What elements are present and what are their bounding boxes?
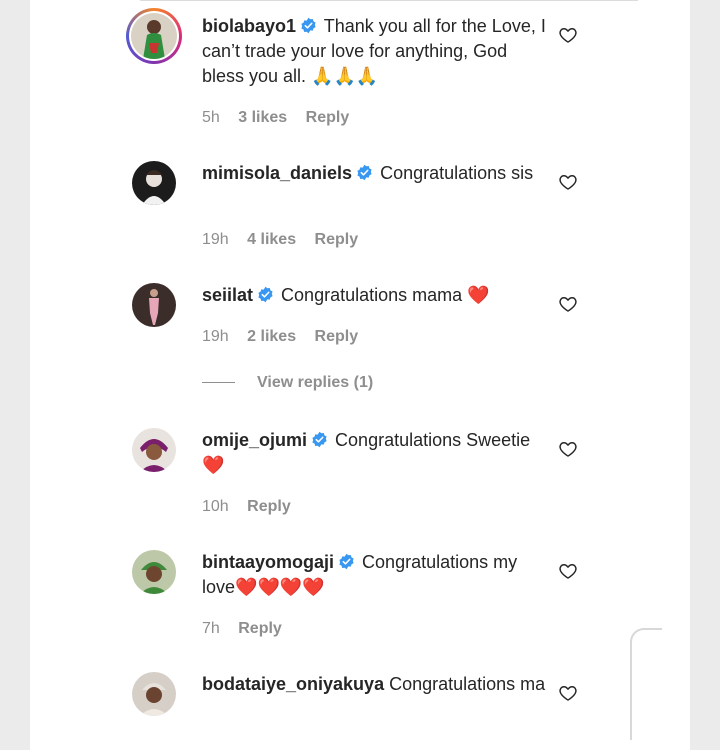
avatar[interactable] — [132, 428, 176, 472]
verified-badge-icon — [357, 164, 372, 181]
heart-outline-icon[interactable] — [558, 25, 578, 45]
comment-body: Congratulations ma — [389, 674, 546, 694]
scroll-edge-handle[interactable] — [630, 628, 662, 740]
verified-badge-icon — [339, 553, 354, 570]
verified-badge-icon — [301, 17, 316, 34]
comment-text: mimisola_daniels Congratulations sis — [202, 161, 547, 186]
avatar[interactable] — [132, 161, 176, 205]
timestamp: 19h — [202, 328, 229, 345]
comment-text: bodataiye_oniyakuya Congratulations ma — [202, 672, 547, 697]
comment-body: Congratulations mama — [281, 285, 463, 305]
comment-text: biolabayo1 Thank you all for the Love, I… — [202, 14, 547, 89]
comment-meta: 5h 3 likes Reply — [202, 109, 363, 127]
comments-panel: biolabayo1 Thank you all for the Love, I… — [30, 0, 690, 750]
likes-count[interactable]: 2 likes — [247, 328, 296, 345]
timestamp: 5h — [202, 109, 220, 126]
comment-emoji: ❤️ — [467, 285, 490, 306]
view-replies-label[interactable]: View replies (1) — [257, 374, 373, 391]
comment-body: Congratulations sis — [380, 163, 534, 183]
view-replies-button[interactable]: View replies (1) — [202, 374, 373, 392]
likes-count[interactable]: 3 likes — [238, 109, 287, 126]
comment-meta: 19h 2 likes Reply — [202, 328, 372, 346]
comment-emoji: ❤️ — [202, 455, 225, 476]
username[interactable]: omije_ojumi — [202, 430, 307, 450]
reply-button[interactable]: Reply — [238, 620, 282, 637]
heart-outline-icon[interactable] — [558, 439, 578, 459]
verified-badge-icon — [258, 286, 273, 303]
username[interactable]: biolabayo1 — [202, 16, 296, 36]
divider — [140, 0, 638, 1]
comment-emoji: 🙏🙏🙏 — [311, 66, 379, 87]
heart-outline-icon[interactable] — [558, 294, 578, 314]
username[interactable]: bodataiye_oniyakuya — [202, 674, 384, 694]
timestamp: 7h — [202, 620, 220, 637]
comment-meta: 19h 4 likes Reply — [202, 231, 372, 249]
verified-badge-icon — [312, 431, 327, 448]
username[interactable]: bintaayomogaji — [202, 552, 334, 572]
comment-text: bintaayomogaji Congratulations my love❤️… — [202, 550, 547, 600]
comment-text: omije_ojumi Congratulations Sweetie ❤️ — [202, 428, 547, 478]
comment-meta: 7h Reply — [202, 620, 296, 638]
comment-meta: 10h Reply — [202, 498, 305, 516]
reply-button[interactable]: Reply — [306, 109, 350, 126]
comment-body: Congratulations Sweetie — [335, 430, 531, 450]
avatar[interactable] — [132, 283, 176, 327]
reply-button[interactable]: Reply — [247, 498, 291, 515]
avatar[interactable] — [132, 672, 176, 716]
heart-outline-icon[interactable] — [558, 561, 578, 581]
username[interactable]: seiilat — [202, 285, 253, 305]
heart-outline-icon[interactable] — [558, 172, 578, 192]
comment-emoji: ❤️❤️❤️❤️ — [235, 577, 325, 598]
reply-button[interactable]: Reply — [315, 231, 359, 248]
heart-outline-icon[interactable] — [558, 683, 578, 703]
timestamp: 10h — [202, 498, 229, 515]
likes-count[interactable]: 4 likes — [247, 231, 296, 248]
avatar[interactable] — [132, 550, 176, 594]
timestamp: 19h — [202, 231, 229, 248]
reply-button[interactable]: Reply — [315, 328, 359, 345]
username[interactable]: mimisola_daniels — [202, 163, 352, 183]
comment-text: seiilat Congratulations mama ❤️ — [202, 283, 547, 308]
replies-divider — [202, 382, 235, 384]
avatar[interactable] — [126, 8, 182, 64]
